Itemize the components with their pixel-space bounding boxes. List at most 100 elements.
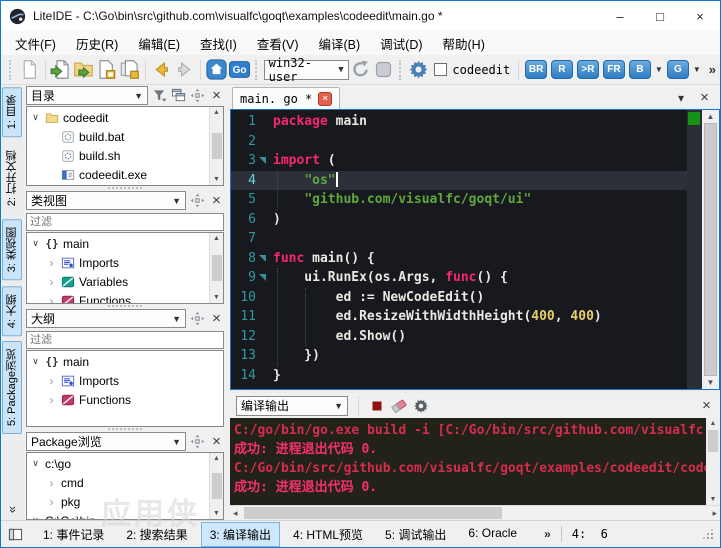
scroll-up-icon[interactable]: ▲: [707, 112, 715, 121]
editor-tab-main-go[interactable]: main. go * ×: [232, 87, 341, 109]
fold-marker-icon[interactable]: [259, 254, 266, 262]
panel-combo[interactable]: 目录 ▼: [26, 86, 148, 105]
collapse-chevron-icon[interactable]: ›: [46, 374, 57, 388]
expand-icon[interactable]: ∨: [30, 112, 41, 123]
expand-icon[interactable]: ∨: [30, 458, 41, 469]
status-tab[interactable]: 2: 搜索结果: [117, 522, 196, 547]
output-type-combo[interactable]: 编译输出 ▼: [236, 395, 348, 416]
scroll-up-icon[interactable]: ▲: [710, 420, 717, 427]
tree-view[interactable]: ∨ codeedit build.bat build.sh codeedit.exe ▲ ▼: [26, 106, 224, 186]
dropdown-arrow-icon[interactable]: ▼: [693, 65, 701, 74]
chevron-down-icon[interactable]: ▾: [675, 91, 687, 105]
scroll-up-icon[interactable]: ▲: [213, 235, 220, 242]
expand-icon[interactable]: ∨: [30, 515, 41, 519]
reload-icon[interactable]: [350, 59, 371, 80]
tree-item[interactable]: › Functions: [27, 390, 223, 409]
tree-view[interactable]: ∨{} main › Imports › Variables › Functions ▲ ▼: [26, 232, 224, 304]
menu-item[interactable]: 编译(B): [308, 31, 370, 56]
scroll-right-icon[interactable]: ▸: [712, 508, 717, 519]
tree-view[interactable]: ∨ {} main › Imports › Functions: [26, 350, 224, 427]
menu-item[interactable]: 帮助(H): [433, 31, 495, 56]
panel-layout-icon[interactable]: [7, 527, 24, 542]
stop-icon[interactable]: [373, 59, 394, 80]
collapse-chevron-icon[interactable]: ›: [46, 393, 57, 407]
scroll-down-icon[interactable]: ▼: [213, 510, 220, 517]
dock-icon[interactable]: [190, 88, 205, 103]
gear-dark-icon[interactable]: [413, 398, 429, 414]
editor-scrollbar[interactable]: ▲ ▼: [702, 110, 719, 389]
menu-item[interactable]: 编辑(E): [128, 31, 190, 56]
tab-close-icon[interactable]: ×: [318, 91, 333, 106]
scroll-down-icon[interactable]: ▼: [710, 496, 717, 503]
expand-icon[interactable]: ∨: [30, 356, 41, 367]
save-all-icon[interactable]: [119, 59, 140, 80]
target-checkbox[interactable]: [434, 63, 448, 76]
tree-view[interactable]: ∨c:\go›cmd›pkg∨C:\Go\bin▲▼: [26, 452, 224, 520]
tree-item[interactable]: ∨ {} main: [27, 234, 223, 253]
build-env-combo[interactable]: win32-user ▼: [263, 56, 349, 84]
tree-item[interactable]: › Variables: [27, 272, 223, 291]
scroll-up-icon[interactable]: ▲: [213, 455, 220, 462]
dock-icon[interactable]: [190, 193, 205, 208]
menu-item[interactable]: 调试(D): [370, 31, 432, 56]
dropdown-arrow-icon[interactable]: ▼: [655, 65, 663, 74]
close-icon[interactable]: ×: [697, 90, 712, 105]
close-icon[interactable]: ×: [209, 193, 224, 208]
maximize-button[interactable]: □: [640, 1, 680, 31]
tree-item[interactable]: ∨ C:\Go\bin: [27, 511, 223, 520]
tree-item[interactable]: build.bat: [27, 127, 223, 146]
panel-combo[interactable]: 大纲 ▼: [26, 309, 186, 328]
build-button-fr[interactable]: FR: [602, 60, 625, 79]
filter-icon[interactable]: [152, 88, 167, 103]
scroll-down-icon[interactable]: ▼: [707, 378, 715, 387]
menu-item[interactable]: 文件(F): [5, 31, 66, 56]
home-icon[interactable]: [206, 59, 227, 80]
dock-icon[interactable]: [190, 434, 205, 449]
tree-scrollbar[interactable]: ▲ ▼: [209, 107, 223, 185]
back-icon[interactable]: [151, 59, 172, 80]
status-tab[interactable]: 5: 调试输出: [376, 522, 455, 547]
scroll-up-icon[interactable]: ▲: [213, 109, 220, 116]
close-icon[interactable]: ×: [209, 311, 224, 326]
collapse-chevron-icon[interactable]: ›: [46, 294, 57, 304]
go-badge-icon[interactable]: Go: [228, 59, 250, 80]
tree-item[interactable]: › Imports: [27, 371, 223, 390]
resize-grip[interactable]: [702, 528, 714, 540]
close-icon[interactable]: ×: [209, 434, 224, 449]
tree-item[interactable]: codeedit.exe: [27, 165, 223, 184]
fold-marker-icon[interactable]: [259, 157, 266, 164]
tree-item[interactable]: ∨ {} main: [27, 352, 223, 371]
dock-icon[interactable]: [190, 311, 205, 326]
build-button-g[interactable]: G: [666, 60, 689, 79]
menu-item[interactable]: 查找(I): [190, 31, 247, 56]
menu-item[interactable]: 历史(R): [66, 31, 128, 56]
close-icon[interactable]: ×: [209, 88, 224, 103]
build-button-b[interactable]: B: [628, 60, 651, 79]
tree-item[interactable]: › Imports: [27, 253, 223, 272]
collapse-chevron-icon[interactable]: ›: [46, 256, 57, 270]
side-tab[interactable]: 4: 大纲: [2, 285, 22, 336]
tree-item[interactable]: › pkg: [27, 492, 223, 511]
filter-input[interactable]: [26, 213, 224, 231]
new-file-icon[interactable]: [19, 59, 40, 80]
status-tab[interactable]: 1: 事件记录: [34, 522, 113, 547]
collapse-side-tabs[interactable]: «: [4, 506, 19, 513]
toolbar-grip[interactable]: [398, 59, 404, 80]
scroll-down-icon[interactable]: ▼: [213, 294, 220, 301]
status-tab[interactable]: 3: 编译输出: [200, 521, 281, 547]
scrollbar-thumb[interactable]: [704, 123, 717, 376]
status-overflow[interactable]: »: [544, 527, 551, 541]
panel-combo[interactable]: 类视图 ▼: [26, 191, 186, 210]
code-area[interactable]: package main import ( "os" "github.com/vi…: [267, 110, 687, 389]
collapse-chevron-icon[interactable]: ›: [46, 495, 57, 509]
scrollbar-thumb[interactable]: [244, 507, 502, 519]
scrollbar-thumb[interactable]: [211, 473, 222, 499]
toolbar-overflow[interactable]: »: [709, 62, 716, 77]
expand-icon[interactable]: ∨: [30, 238, 41, 249]
collapse-chevron-icon[interactable]: ›: [46, 476, 57, 490]
minimize-button[interactable]: –: [600, 1, 640, 31]
side-tab[interactable]: 3: 类视图: [2, 219, 22, 281]
cascade-icon[interactable]: [171, 88, 186, 103]
tree-scrollbar[interactable]: ▲ ▼: [209, 233, 223, 303]
side-tab[interactable]: 2: 打开文档: [2, 142, 22, 214]
